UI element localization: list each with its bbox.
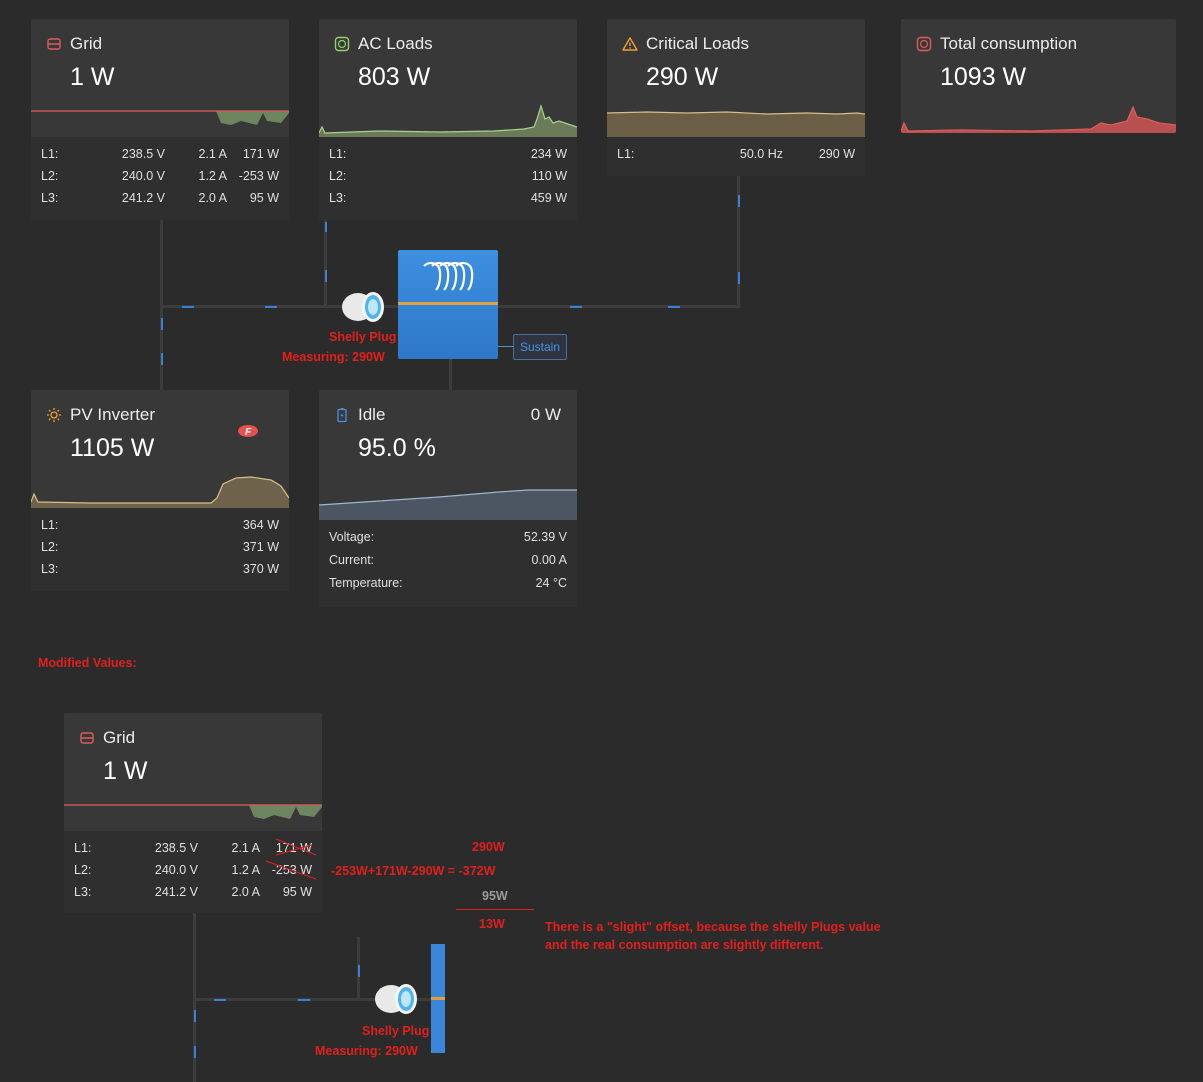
modified-inverter-box (431, 944, 445, 1053)
flow-dot (194, 1010, 196, 1022)
grid-title: Grid (70, 34, 103, 53)
sun-icon (47, 408, 61, 422)
battery-row-temperature: Temperature: 24 °C (329, 576, 567, 590)
inverter-box[interactable] (398, 250, 498, 359)
shelly-measuring: Measuring: 290W (282, 350, 385, 364)
calc-formula: -253W+171W-290W = -372W (331, 864, 496, 878)
strike-through-marks (265, 838, 317, 880)
grid-sparkline (31, 110, 289, 125)
wire-right-bus (497, 305, 740, 308)
flow-dot (161, 318, 163, 330)
flow-dot (668, 306, 680, 308)
grid-row-l1: L1: 238.5 V 2.1 A 171 W (41, 147, 279, 161)
pv-inverter-value: 1105 W (70, 434, 155, 462)
wire-acloads-down (324, 219, 327, 307)
victron-logo-icon (423, 261, 474, 291)
grid-tower-icon (47, 38, 61, 50)
svg-text:F: F (245, 427, 252, 438)
shelly-plug-icon (375, 984, 417, 1014)
flow-dot (358, 965, 360, 977)
total-consumption-card[interactable]: Total consumption 1093 W (901, 19, 1176, 133)
flow-dot (325, 222, 327, 232)
battery-row-voltage: Voltage: 52.39 V (329, 530, 567, 544)
pv-row-l1: L1: 364 W (41, 518, 279, 532)
calc-290: 290W (472, 840, 505, 854)
ac-loads-row-l2: L2: 110 W (329, 169, 567, 183)
modified-grid-value: 1 W (103, 757, 148, 785)
battery-row-current: Current: 0.00 A (329, 553, 567, 567)
grid-row-l2: L2: 240.0 V 1.2 A -253 W (41, 169, 279, 183)
flow-dot (298, 999, 310, 1001)
flow-dot (182, 306, 194, 308)
modified-grid-sparkline (64, 804, 322, 819)
battery-soc: 95.0 % (358, 434, 436, 462)
ac-loads-sparkline (319, 103, 577, 137)
pv-row-l2: L2: 371 W (41, 540, 279, 554)
total-consumption-sparkline (901, 105, 1176, 133)
battery-state: Idle (358, 405, 386, 424)
modified-shelly-measuring: Measuring: 290W (315, 1044, 418, 1058)
sustain-badge[interactable]: Sustain (513, 334, 567, 360)
battery-soc-sparkline (319, 489, 577, 520)
critical-row-l1: L1: 50.0 Hz 290 W (617, 147, 855, 161)
ac-loads-title: AC Loads (358, 34, 433, 53)
modified-grid-title: Grid (103, 728, 136, 747)
battery-card[interactable]: Idle 0 W 95.0 % Voltage: 52.39 V Current:… (319, 390, 577, 607)
pv-inverter-title: PV Inverter (70, 405, 156, 424)
pv-row-l3: L3: 370 W (41, 562, 279, 576)
pv-inverter-sparkline (31, 476, 289, 508)
modified-grid-card[interactable]: Grid 1 W L1: 238.5 V 2.1 A 171 W L2: 240… (64, 713, 322, 913)
ac-loads-card[interactable]: AC Loads 803 W L1: 234 W L2: 110 W L3: 459 … (319, 19, 577, 220)
sustain-connector (498, 346, 513, 347)
grid-tower-icon (80, 732, 94, 744)
critical-loads-value: 290 W (646, 63, 719, 91)
battery-power: 0 W (530, 405, 561, 424)
warning-icon (622, 37, 638, 51)
wire-inverter-battery (449, 358, 452, 391)
flow-dot (265, 306, 277, 308)
grid-power-value: 1 W (70, 63, 115, 91)
ac-loads-row-l3: L3: 459 W (329, 191, 567, 205)
flow-dot (570, 306, 582, 308)
flow-dot (214, 999, 226, 1001)
modified-grid-row-l3: L3: 241.2 V 2.0 A 95 W (74, 885, 312, 899)
critical-loads-title: Critical Loads (646, 34, 749, 53)
modified-shelly-label: Shelly Plug (362, 1024, 430, 1038)
flow-dot (194, 1046, 196, 1058)
flow-dot (325, 270, 327, 282)
flow-dot (738, 195, 740, 207)
fronius-logo-icon: F (238, 425, 258, 438)
ac-loads-row-l1: L1: 234 W (329, 147, 567, 161)
flow-dot (161, 353, 163, 365)
outlet-icon (916, 36, 932, 52)
calc-sum-line (456, 909, 534, 910)
flow-dot (738, 272, 740, 284)
total-consumption-title: Total consumption (940, 34, 1078, 53)
pv-inverter-card[interactable]: PV Inverter 1105 W F L1: 364 W L2: 371 W L… (31, 390, 289, 591)
calc-95: 95W (482, 889, 508, 903)
shelly-label: Shelly Plug (329, 330, 397, 344)
critical-loads-sparkline (607, 111, 865, 137)
critical-loads-card[interactable]: Critical Loads 290 W L1: 50.0 Hz 290 W (607, 19, 865, 176)
calc-result: 13W (479, 917, 505, 931)
ac-loads-value: 803 W (358, 63, 431, 91)
modified-heading: Modified Values: (38, 656, 137, 670)
note-line-2: and the real consumption are slightly di… (545, 938, 824, 952)
grid-row-l3: L3: 241.2 V 2.0 A 95 W (41, 191, 279, 205)
shelly-plug-icon (342, 292, 384, 322)
battery-icon (337, 408, 347, 423)
inverter-divider (398, 302, 498, 305)
grid-card[interactable]: Grid 1 W L1: 238.5 V 2.1 A 171 W L2: 240… (31, 19, 289, 220)
note-line-1: There is a "slight" offset, because the … (545, 920, 881, 934)
total-consumption-value: 1093 W (940, 63, 1027, 91)
outlet-icon (334, 36, 350, 52)
